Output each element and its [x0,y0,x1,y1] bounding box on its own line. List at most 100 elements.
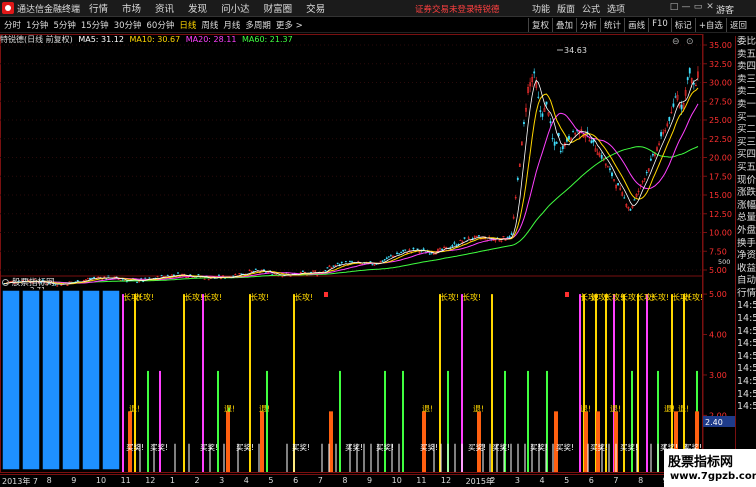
candle-body [692,83,695,85]
candle-body [404,249,407,251]
candle-body [121,279,124,281]
signal-exit-label: 退! [224,404,235,413]
date-axis-label: 7 [613,476,619,485]
signal-attack-label: 长攻! [184,292,203,302]
price-axis-label: 12.50 [709,210,732,219]
candle-body [451,245,454,247]
menu-item-wealth[interactable]: 财富圈 [264,1,293,15]
quote-field-label: 行情 [737,287,756,299]
menu-item-news[interactable]: 资讯 [155,1,174,15]
tab-intraday[interactable]: 分时 [4,19,21,31]
site-watermark: 股票指标网 www.7gpzb.com [664,449,756,487]
signal-buy-label: 买奖! [420,442,438,452]
date-axis-label: 9 [367,476,373,485]
candle-body [508,236,511,239]
candle-body [553,141,556,146]
tab-15min[interactable]: 15分钟 [81,19,109,31]
candle-body [160,275,163,277]
candle-body [686,77,689,81]
candle-body [516,177,519,180]
signal-attack-label: 长攻! [440,292,459,302]
kline-chart[interactable]: 35.00 32.50 30.00 27.50 25.00 22.50 20.00 17.50… [0,34,735,474]
menu-item-layout[interactable]: 版面 [557,2,575,15]
tab-30min[interactable]: 30分钟 [114,19,142,31]
indicator-bar [61,289,81,471]
candle-body [455,244,458,246]
menu-item-discover[interactable]: 发现 [188,1,207,15]
signal-buy-label: 买奖! [236,442,254,452]
tool-analysis-button[interactable]: 分析 [576,18,600,32]
tool-f10-button[interactable]: F10 [648,18,671,32]
current-stock-link[interactable]: 特锐德 [474,3,500,15]
candle-body [541,113,544,117]
candle-body [173,274,175,276]
candle-body [326,267,329,269]
stock-label[interactable]: 特锐德(日线 前复权) [0,35,73,44]
menu-item-quotes[interactable]: 行情 [89,1,108,15]
signal-buy-label: 买奖! [292,442,310,452]
menu-item-formula[interactable]: 公式 [582,2,600,15]
candle-body [428,253,431,255]
candle-body [645,172,648,174]
candle-body [381,260,384,262]
quote-field-label: 14:5 [737,388,756,400]
indicator-name: 股票指标网 [12,278,55,288]
candle-body [371,264,374,266]
candle-body [166,274,169,276]
tool-draw-line-button[interactable]: 画线 [624,18,648,32]
menu-item-market[interactable]: 市场 [122,1,141,15]
tab-multi-period[interactable]: 多周期 [245,19,271,31]
tab-1min[interactable]: 1分钟 [26,19,48,31]
tool-statistics-button[interactable]: 统计 [600,18,624,32]
indicator-label[interactable]: 股票指标网 [2,276,55,288]
menu-item-ask[interactable]: 问小达 [221,1,250,15]
restore-icon[interactable]: □ [668,2,680,12]
close-icon[interactable]: ✕ [704,2,716,12]
maximize-icon[interactable]: ▭ [692,2,704,12]
tab-monthly[interactable]: 月线 [223,19,240,31]
guest-user-label[interactable]: 游客 [716,3,734,16]
candle-body [555,142,558,144]
candle-body [559,150,562,153]
candle-body [93,277,95,279]
quote-field-label: 买二 [737,124,756,136]
tab-more[interactable]: 更多 > [276,19,303,31]
candle-body [324,270,327,272]
date-axis-label: 10 [391,476,402,485]
menu-item-trade[interactable]: 交易 [306,1,325,15]
quote-field-label: 委比 [737,36,756,47]
tool-mark-button[interactable]: 标记 [670,18,695,32]
signal-exit-label: 退! [129,404,140,413]
candle-body [375,263,378,265]
candle-body [660,132,663,137]
candle-body [545,101,548,105]
gear-icon[interactable] [2,278,9,286]
tab-5min[interactable]: 5分钟 [53,19,75,31]
candle-body [396,252,398,255]
minimize-icon[interactable]: — [680,2,692,12]
volume-unit-label: 500 [718,258,730,266]
date-axis: 2013年 7 8 9 10 11 12 1 2 3 4 5 6 7 8 9 10 11 12 2015年 2 3 4 5 6… [0,474,703,487]
tab-daily[interactable]: 日线 [179,19,196,31]
ma10-value: MA10: 30.67 [129,35,181,44]
candle-body [674,96,677,98]
login-notice[interactable]: 证券交易未登录 [415,3,475,15]
tool-overlay-button[interactable]: 叠加 [552,18,576,32]
candle-body [400,252,403,254]
app-title: 通达信金融终端 [17,4,81,15]
signal-buy-label: 买奖! [200,442,218,452]
menu-item-function[interactable]: 功能 [532,2,550,15]
tool-add-favorite-button[interactable]: +自选 [694,18,726,32]
menu-item-options[interactable]: 选项 [607,2,625,15]
tab-60min[interactable]: 60分钟 [147,19,175,31]
quote-field-label: 14:5 [737,338,756,350]
indicator-bar [1,289,21,471]
date-axis-label: 12 [440,476,452,485]
tool-restore-rights-button[interactable]: 复权 [528,18,552,32]
candle-body [142,281,145,283]
tool-back-button[interactable]: 返回 [725,18,750,32]
candle-body [609,168,611,171]
exit-bar [260,411,264,472]
tab-weekly[interactable]: 周线 [201,19,218,31]
quote-field-label: 买三 [737,136,756,148]
